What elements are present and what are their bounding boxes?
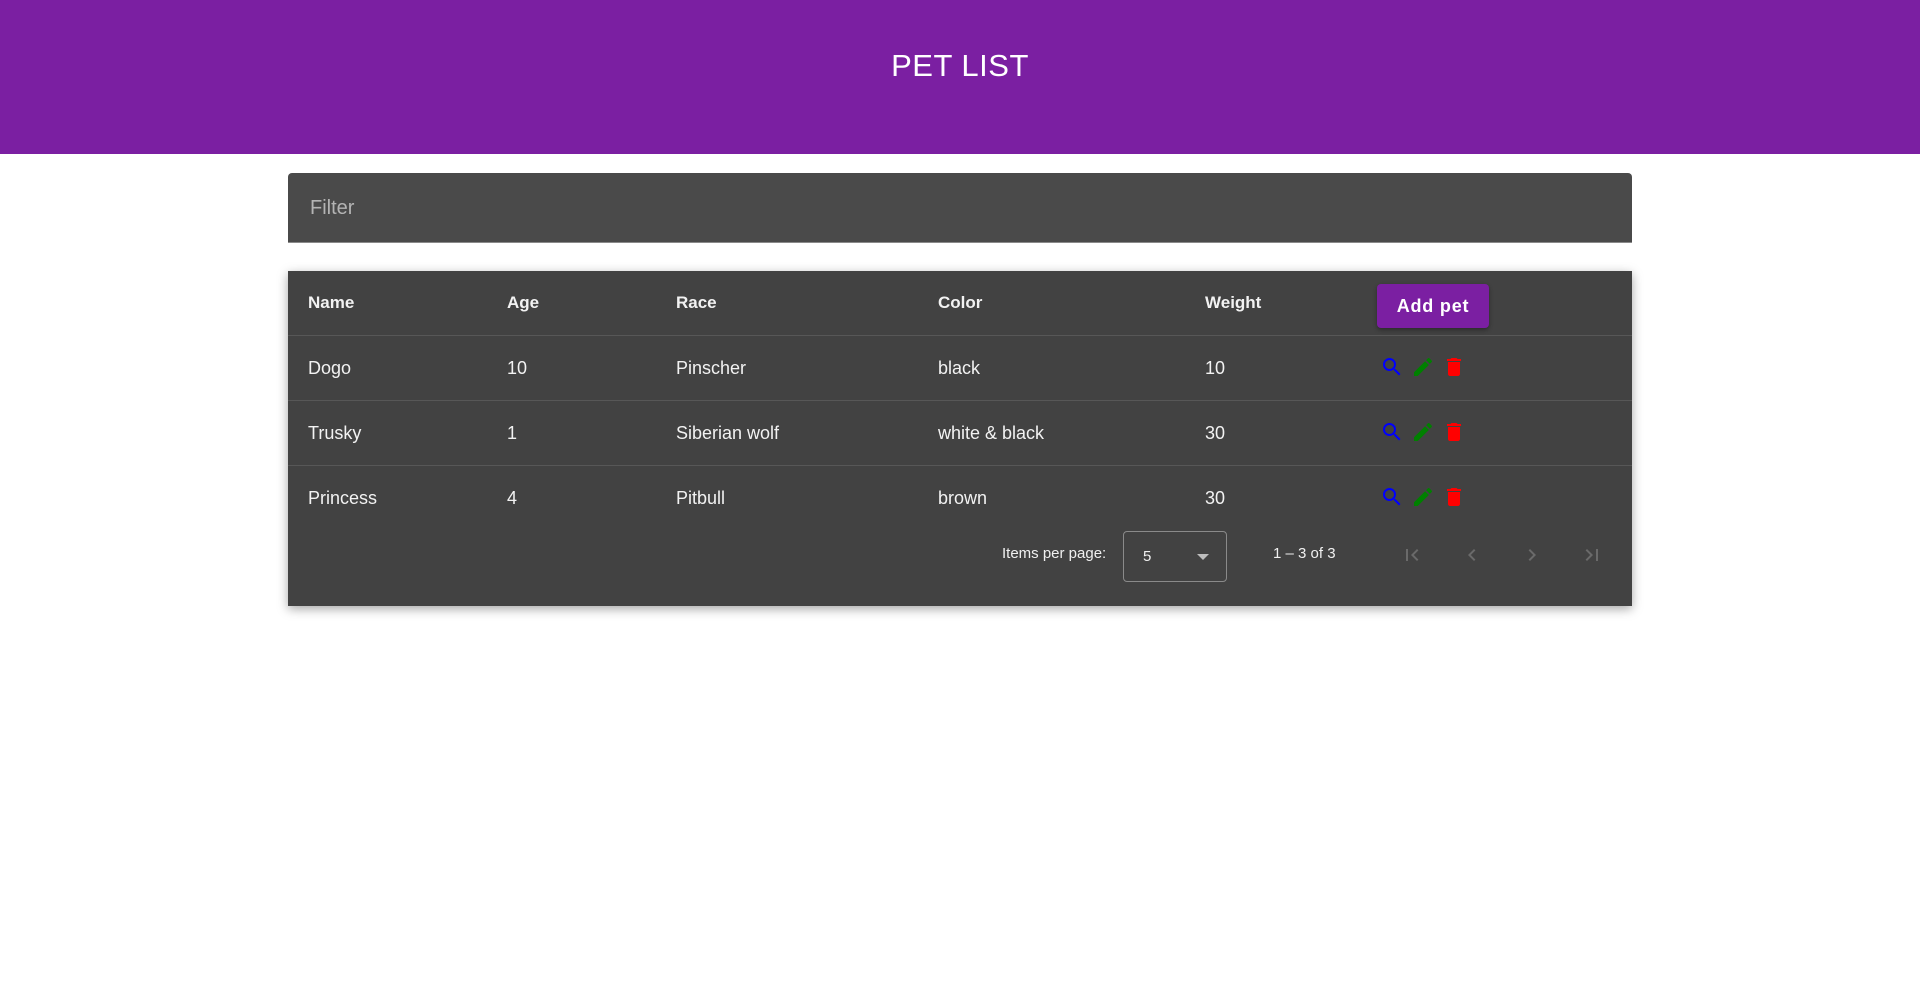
column-header-color[interactable]: Color <box>938 271 982 335</box>
cell-color: black <box>938 358 981 378</box>
row-actions <box>1378 418 1467 446</box>
table-row: Dogo 10 Pinscher black 10 <box>288 336 1632 401</box>
column-header-name[interactable]: Name <box>308 271 354 335</box>
filter-input[interactable] <box>308 173 1612 243</box>
cell-weight: 10 <box>1205 358 1226 378</box>
cell-weight: 30 <box>1205 423 1226 443</box>
page-title: PET LIST <box>891 48 1029 83</box>
cell-age: 1 <box>507 423 518 443</box>
paginator: Items per page: 5 1 – 3 of 3 <box>288 478 1632 606</box>
column-header-race[interactable]: Race <box>676 271 717 335</box>
last-page-icon[interactable] <box>1578 541 1606 569</box>
table-header-row: Name Age Race Color Weight Add pet <box>288 271 1632 336</box>
items-per-page-select[interactable]: 5 <box>1123 531 1227 582</box>
pencil-icon[interactable] <box>1409 353 1436 381</box>
table-row: Trusky 1 Siberian wolf white & black 30 <box>288 401 1632 466</box>
next-page-icon[interactable] <box>1518 541 1546 569</box>
cell-color: white & black <box>938 423 1045 443</box>
previous-page-icon[interactable] <box>1458 541 1486 569</box>
page-range-label: 1 – 3 of 3 <box>1273 545 1336 562</box>
app-header: PET LIST <box>0 0 1920 154</box>
cell-age: 10 <box>507 358 528 378</box>
cell-race: Pinscher <box>676 358 747 378</box>
trash-icon[interactable] <box>1440 418 1467 446</box>
items-per-page-label: Items per page: <box>1002 545 1107 562</box>
search-icon[interactable] <box>1378 418 1405 446</box>
column-header-age[interactable]: Age <box>507 271 539 335</box>
first-page-icon[interactable] <box>1398 541 1426 569</box>
items-per-page-value: 5 <box>1143 548 1152 565</box>
dropdown-arrow-icon <box>1197 554 1209 560</box>
search-icon[interactable] <box>1378 353 1405 381</box>
cell-race: Siberian wolf <box>676 423 780 443</box>
trash-icon[interactable] <box>1440 353 1467 381</box>
add-pet-button[interactable]: Add pet <box>1377 284 1489 328</box>
row-actions <box>1378 353 1467 381</box>
pets-table: Name Age Race Color Weight Add pet Dogo … <box>288 271 1632 606</box>
pencil-icon[interactable] <box>1409 418 1436 446</box>
cell-name: Dogo <box>308 358 352 378</box>
column-header-weight[interactable]: Weight <box>1205 271 1261 335</box>
filter-field[interactable] <box>288 173 1632 243</box>
cell-name: Trusky <box>308 423 362 443</box>
